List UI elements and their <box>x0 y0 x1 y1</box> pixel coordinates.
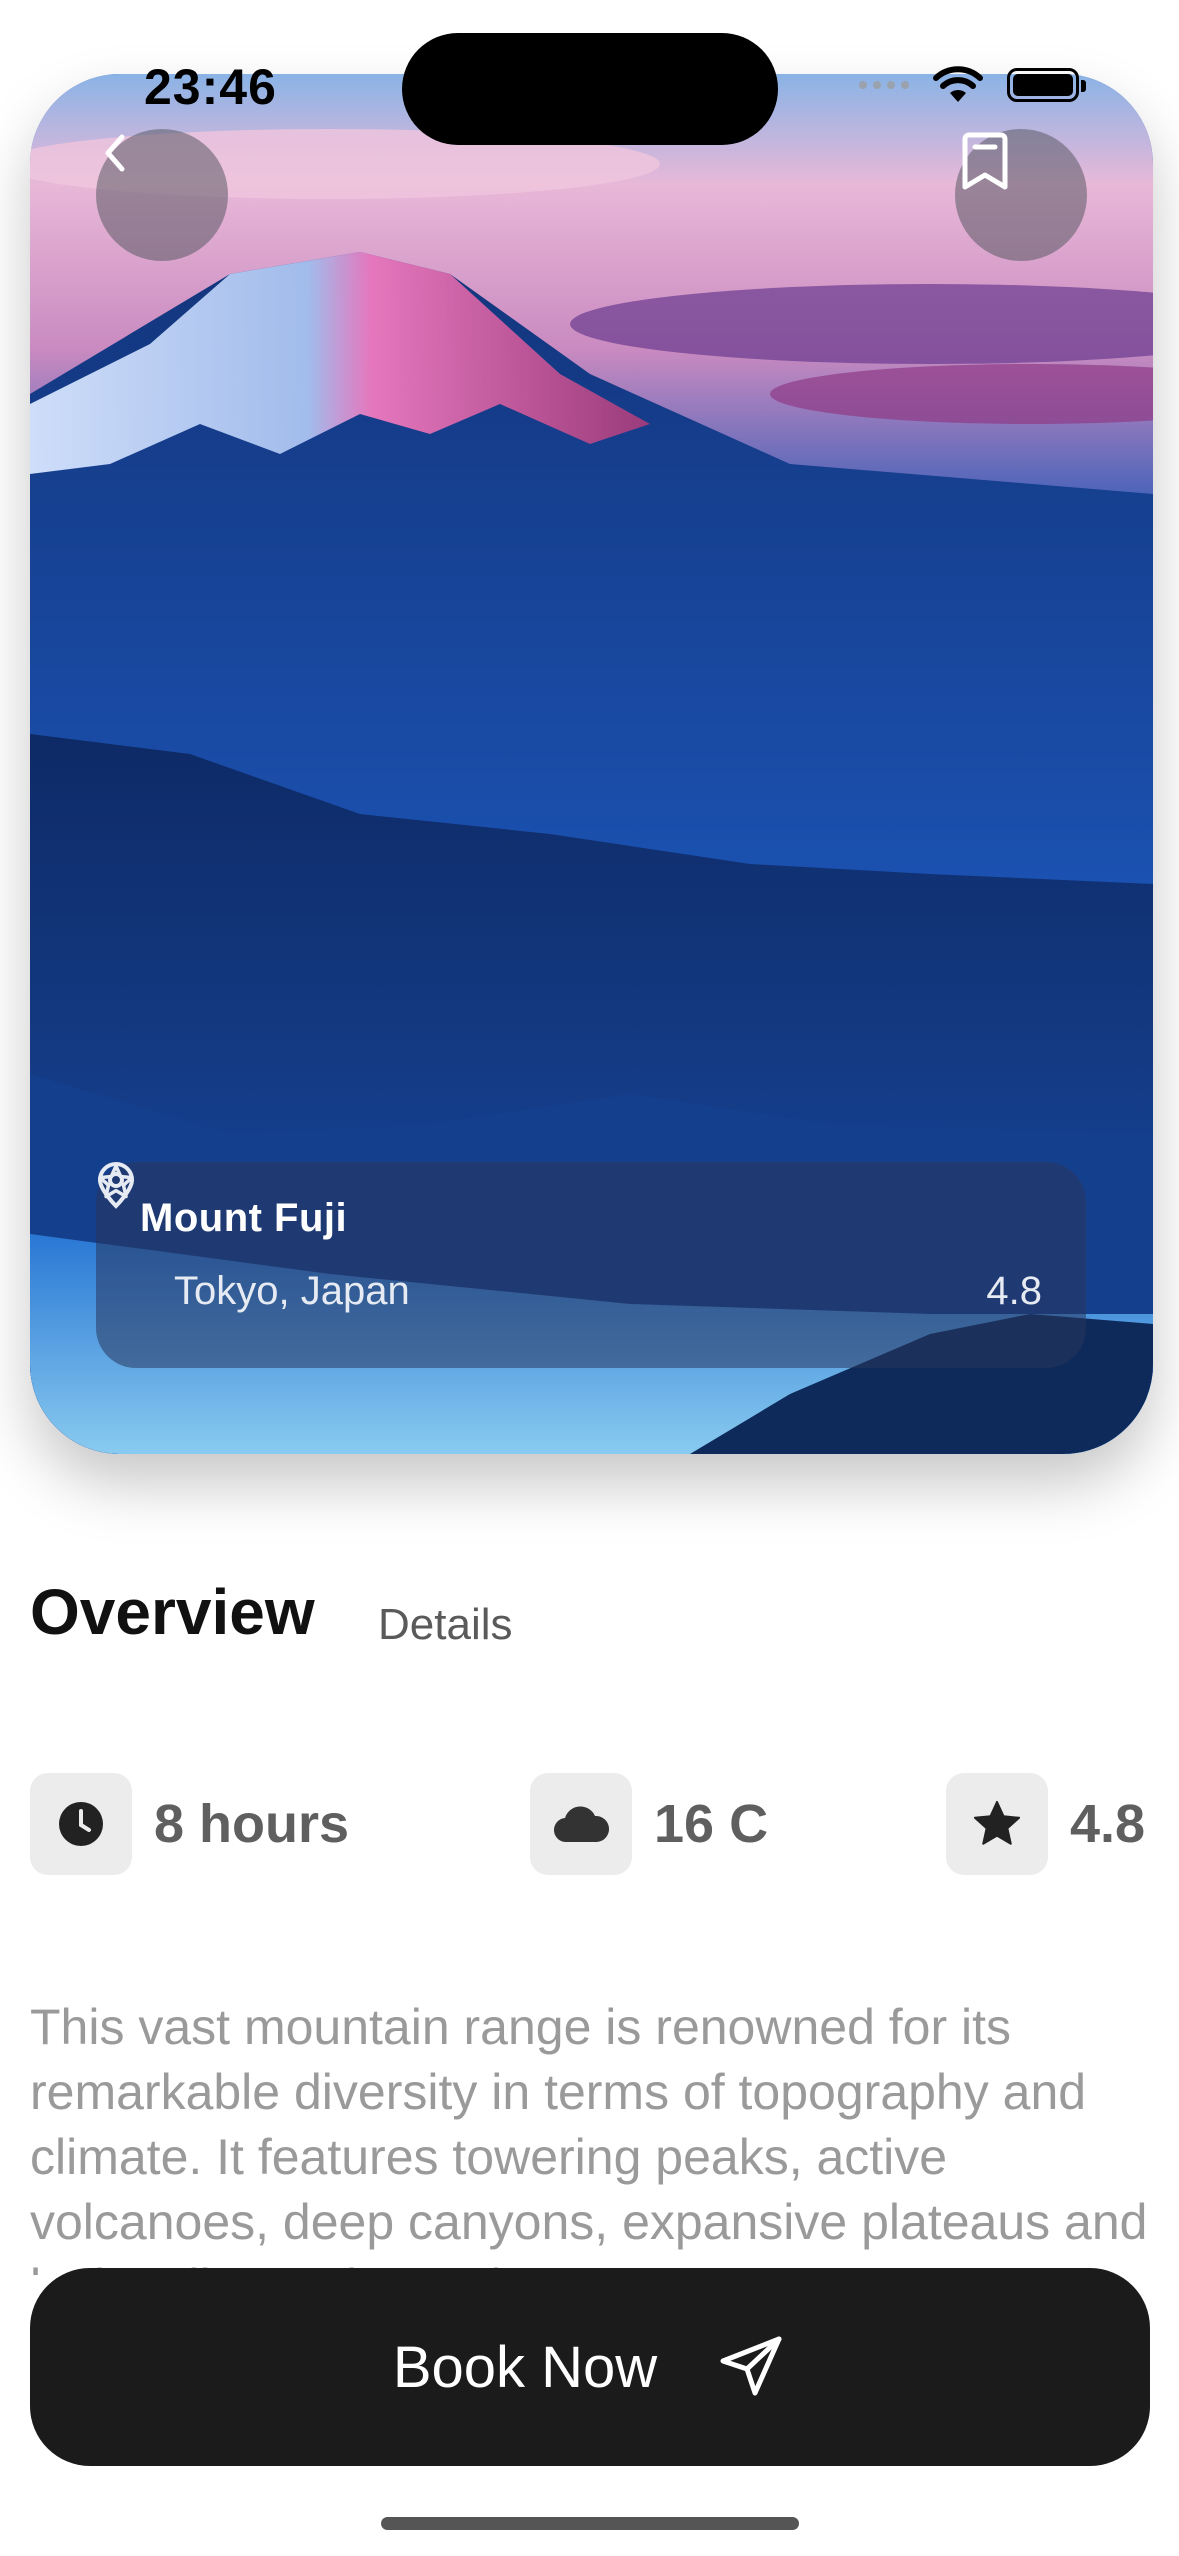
bookmark-button[interactable] <box>955 129 1087 261</box>
cloud-icon <box>554 1806 609 1843</box>
wifi-icon <box>933 66 983 102</box>
stat-temperature: 16 C <box>530 1773 768 1875</box>
stat-temperature-label: 16 C <box>654 1794 769 1854</box>
back-button[interactable] <box>96 129 228 261</box>
tab-details[interactable]: Details <box>378 1600 513 1650</box>
star-icon <box>973 1800 1021 1845</box>
description-text: This vast mountain range is renowned for… <box>30 1999 1148 2275</box>
status-icons <box>859 66 1086 104</box>
place-title: Mount Fuji <box>140 1196 348 1240</box>
book-now-label: Book Now <box>392 2334 658 2400</box>
place-info-card: Mount Fuji Tokyo, Japan 4.8 <box>96 1162 1086 1368</box>
book-now-button[interactable]: Book Now <box>30 2268 1150 2466</box>
stat-rating-label: 4.8 <box>1070 1794 1146 1854</box>
battery-icon <box>1007 68 1086 102</box>
dynamic-island <box>402 33 778 145</box>
stat-duration: 8 hours <box>30 1773 349 1875</box>
hero-card: Mount Fuji Tokyo, Japan 4.8 <box>30 74 1153 1454</box>
clock-icon <box>59 1802 103 1846</box>
stat-rating: 4.8 <box>946 1773 1145 1875</box>
place-location: Tokyo, Japan <box>174 1269 410 1313</box>
stat-duration-label: 8 hours <box>154 1794 350 1854</box>
home-indicator[interactable] <box>381 2517 799 2530</box>
star-outline-icon <box>98 1164 134 1199</box>
cellular-signal-icon <box>859 81 909 89</box>
bookmark-icon <box>962 132 1008 190</box>
tab-overview[interactable]: Overview <box>30 1575 315 1649</box>
chevron-left-icon <box>105 134 125 172</box>
send-icon <box>720 2336 782 2396</box>
place-rating: 4.8 <box>986 1269 1042 1313</box>
status-time: 23:46 <box>144 59 277 115</box>
